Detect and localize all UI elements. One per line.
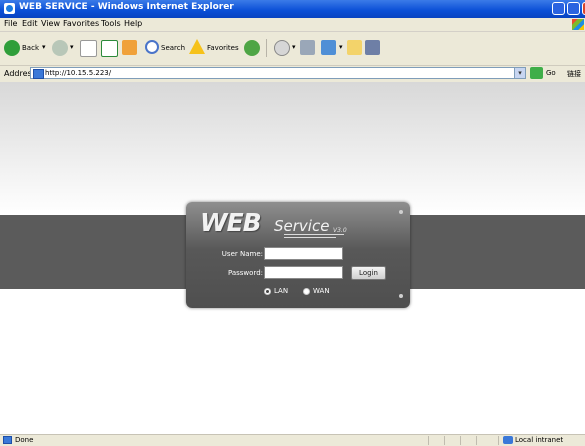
discuss-folder-icon[interactable] — [347, 40, 362, 55]
mail-icon[interactable] — [274, 40, 290, 56]
edit-icon[interactable] — [321, 40, 336, 55]
home-icon[interactable] — [122, 40, 137, 55]
search-button-label[interactable]: Search — [161, 44, 185, 52]
page-viewport: WEB Service V3.0 User Name: Password: Lo… — [0, 82, 585, 434]
maximize-button[interactable] — [567, 2, 580, 15]
logo-version: V3.0 — [333, 227, 347, 234]
window-title: WEB SERVICE - Windows Internet Explorer — [19, 2, 234, 12]
menu-bar: File Edit View Favorites Tools Help — [0, 18, 585, 32]
toolbar-separator — [266, 39, 267, 57]
internet-explorer-icon — [4, 3, 15, 14]
address-dropdown-icon[interactable]: ▾ — [514, 67, 526, 79]
windows-logo-icon — [572, 19, 584, 30]
status-divider — [428, 436, 429, 445]
radio-wan[interactable] — [303, 288, 310, 295]
menu-edit[interactable]: Edit — [22, 19, 38, 28]
page-header-gradient — [0, 82, 585, 215]
forward-arrow-icon[interactable] — [52, 40, 68, 56]
status-divider — [476, 436, 477, 445]
favorites-button-label[interactable]: Favorites — [207, 44, 239, 52]
password-label: Password: — [227, 269, 263, 277]
status-bar: Done Local intranet — [0, 434, 585, 446]
refresh-icon[interactable] — [101, 40, 118, 57]
login-panel: WEB Service V3.0 User Name: Password: Lo… — [186, 202, 410, 308]
stop-icon[interactable] — [80, 40, 97, 57]
go-arrow-icon[interactable] — [530, 67, 543, 79]
logo-underline — [284, 234, 344, 235]
mail-dropdown-icon[interactable]: ▾ — [292, 43, 296, 51]
logo-service: Service — [274, 217, 330, 235]
page-done-icon — [3, 436, 12, 444]
page-icon — [33, 69, 44, 79]
edit-dropdown-icon[interactable]: ▾ — [339, 43, 343, 51]
messenger-icon[interactable] — [365, 40, 380, 55]
logo-underline — [284, 237, 336, 238]
forward-dropdown-icon[interactable]: ▾ — [70, 43, 74, 51]
back-dropdown-icon[interactable]: ▾ — [42, 43, 46, 51]
radio-lan[interactable] — [264, 288, 271, 295]
intranet-zone-icon — [503, 436, 513, 444]
status-divider — [460, 436, 461, 445]
security-zone-text: Local intranet — [515, 436, 564, 444]
address-value: http://10.15.5.223/ — [45, 69, 112, 77]
logo-web: WEB — [200, 208, 262, 237]
radio-lan-label[interactable]: LAN — [274, 287, 288, 295]
favorites-star-icon[interactable] — [189, 39, 205, 54]
address-input[interactable]: http://10.15.5.223/ — [30, 67, 522, 79]
title-bar: WEB SERVICE - Windows Internet Explorer — [0, 0, 585, 18]
toolbar: Back ▾ ▾ Search Favorites ▾ ▾ — [0, 32, 585, 66]
menu-view[interactable]: View — [41, 19, 60, 28]
status-divider — [444, 436, 445, 445]
login-button[interactable]: Login — [351, 266, 386, 280]
status-text: Done — [15, 436, 34, 444]
menu-help[interactable]: Help — [124, 19, 142, 28]
panel-dot-icon — [399, 210, 403, 214]
menu-tools[interactable]: Tools — [101, 19, 121, 28]
radio-wan-label[interactable]: WAN — [313, 287, 330, 295]
minimize-button[interactable] — [552, 2, 565, 15]
password-input[interactable] — [264, 266, 343, 279]
links-label[interactable]: 链接 — [567, 69, 581, 79]
panel-dot-icon — [399, 294, 403, 298]
status-divider — [498, 436, 499, 445]
username-label: User Name: — [221, 250, 263, 258]
menu-file[interactable]: File — [4, 19, 17, 28]
history-icon[interactable] — [244, 40, 260, 56]
back-button-label[interactable]: Back — [22, 44, 39, 52]
print-icon[interactable] — [300, 40, 315, 55]
address-bar: Address http://10.15.5.223/ — [0, 66, 585, 81]
search-icon[interactable] — [145, 40, 159, 54]
menu-favorites[interactable]: Favorites — [63, 19, 99, 28]
username-input[interactable] — [264, 247, 343, 260]
back-arrow-icon[interactable] — [4, 40, 20, 56]
go-button-label[interactable]: Go — [546, 69, 556, 77]
